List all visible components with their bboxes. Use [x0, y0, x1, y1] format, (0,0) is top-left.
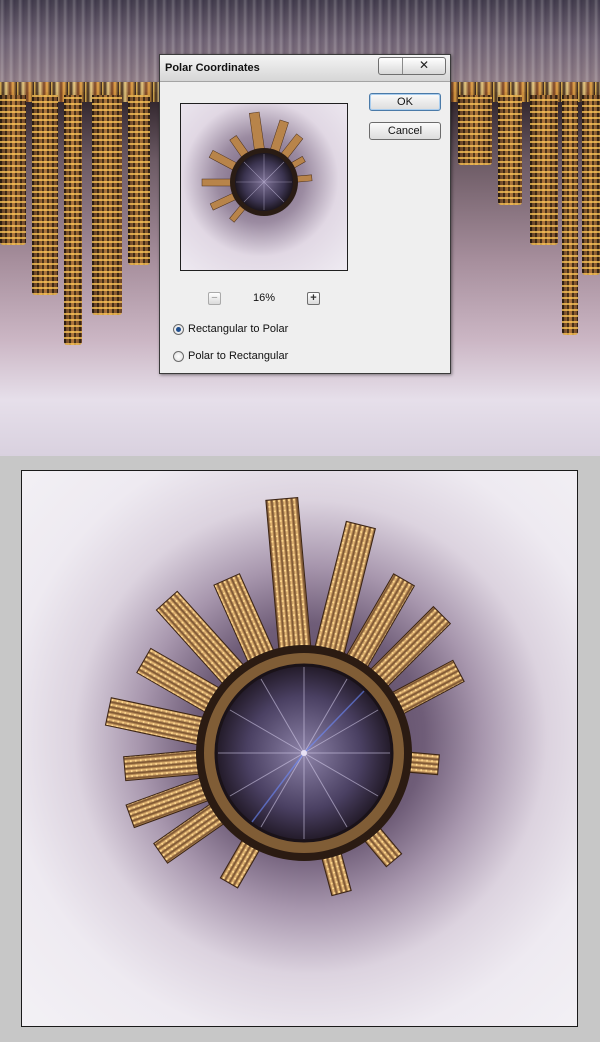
filter-preview[interactable]	[180, 103, 348, 271]
cancel-button[interactable]: Cancel	[369, 122, 441, 140]
result-image	[21, 470, 578, 1027]
zoom-level: 16%	[252, 292, 276, 304]
building	[562, 95, 578, 335]
option-polar-to-rectangular[interactable]: Polar to Rectangular	[173, 348, 288, 364]
building	[32, 95, 58, 295]
tiny-planet-result	[104, 497, 465, 897]
radio-button-selected[interactable]	[173, 323, 184, 335]
building	[498, 95, 522, 205]
zoom-in-button[interactable]: +	[307, 292, 320, 305]
building	[92, 95, 122, 315]
building	[458, 95, 492, 165]
zoom-out-icon: −	[211, 292, 218, 304]
building	[582, 95, 600, 275]
polar-coordinates-dialog: Polar Coordinates ✕ OK Cancel − 16% + Re…	[159, 54, 451, 374]
option-label: Rectangular to Polar	[188, 323, 289, 335]
dialog-title: Polar Coordinates	[165, 62, 260, 74]
building	[128, 95, 150, 265]
building	[530, 95, 558, 245]
ok-button[interactable]: OK	[369, 93, 441, 111]
window-controls: ✕	[378, 57, 446, 75]
radio-button[interactable]	[173, 350, 184, 362]
zoom-in-icon: +	[310, 292, 317, 304]
help-button[interactable]	[379, 58, 403, 74]
close-button[interactable]: ✕	[403, 58, 445, 74]
zoom-out-button[interactable]: −	[208, 292, 221, 305]
zoom-control: − 16% +	[206, 291, 326, 307]
option-rectangular-to-polar[interactable]: Rectangular to Polar	[173, 321, 288, 337]
tiny-planet-preview	[201, 111, 313, 223]
close-icon: ✕	[418, 58, 430, 72]
option-label: Polar to Rectangular	[188, 350, 289, 362]
dialog-titlebar[interactable]: Polar Coordinates ✕	[160, 55, 450, 82]
building	[0, 95, 26, 245]
building	[64, 95, 82, 345]
